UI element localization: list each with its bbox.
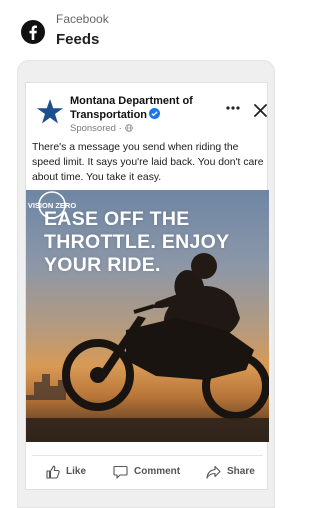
sponsored-post: Montana Department of Transportation Spo… bbox=[25, 82, 269, 490]
facebook-logo-icon[interactable] bbox=[21, 20, 45, 44]
more-options-icon[interactable] bbox=[225, 103, 241, 113]
share-label: Share bbox=[227, 466, 255, 477]
like-button[interactable]: Like bbox=[46, 463, 96, 481]
thumbs-up-icon bbox=[46, 465, 60, 479]
share-arrow-icon bbox=[206, 465, 221, 479]
divider bbox=[32, 455, 263, 456]
page-avatar-star-icon[interactable] bbox=[35, 97, 65, 127]
share-button[interactable]: Share bbox=[206, 463, 262, 481]
page-name[interactable]: Montana Department of Transportation bbox=[70, 94, 220, 122]
comment-icon bbox=[113, 465, 128, 479]
vision-zero-logo: VISION ZERO bbox=[28, 191, 77, 219]
top-header: Facebook Feeds bbox=[0, 0, 286, 58]
sponsored-label: Sponsored · bbox=[70, 123, 134, 134]
page-title: Feeds bbox=[56, 31, 100, 48]
sponsored-text: Sponsored · bbox=[70, 123, 122, 134]
comment-button[interactable]: Comment bbox=[113, 463, 183, 481]
post-body-text: There's a message you send when riding t… bbox=[32, 142, 264, 183]
ad-image[interactable]: EASE OFF THE THROTTLE. ENJOY YOUR RIDE. … bbox=[26, 190, 269, 442]
page-name-text[interactable]: Montana Department of Transportation bbox=[70, 95, 193, 121]
like-label: Like bbox=[66, 466, 87, 477]
comment-label: Comment bbox=[134, 466, 181, 477]
globe-icon bbox=[125, 124, 134, 132]
app-name: Facebook bbox=[56, 12, 109, 26]
verified-badge-icon bbox=[149, 108, 161, 119]
svg-text:VISION ZERO: VISION ZERO bbox=[28, 201, 77, 210]
close-icon[interactable] bbox=[254, 104, 267, 117]
